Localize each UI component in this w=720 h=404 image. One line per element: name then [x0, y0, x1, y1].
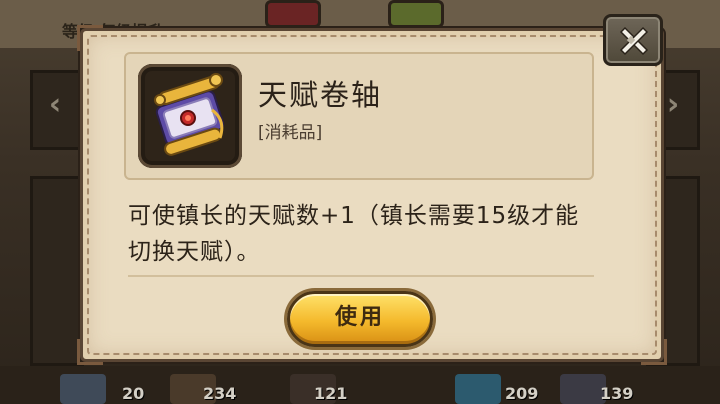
dialog-corner-ornament	[77, 25, 103, 51]
close-x-icon	[619, 26, 649, 56]
inventory-count: 234	[203, 384, 237, 403]
inventory-slot[interactable]	[455, 374, 501, 404]
inventory-count: 20	[122, 384, 145, 403]
inventory-slot[interactable]	[60, 374, 106, 404]
inventory-count: 209	[505, 384, 539, 403]
item-type-label: [消耗品]	[258, 123, 323, 143]
dialog-corner-ornament	[77, 339, 103, 365]
use-button[interactable]: 使用	[287, 291, 433, 347]
left-arrow-icon[interactable]: ‹	[40, 86, 70, 124]
inventory-count: 121	[314, 384, 348, 403]
close-button[interactable]	[603, 14, 663, 66]
inventory-count: 139	[600, 384, 634, 403]
dialog-divider	[128, 275, 594, 277]
dialog-corner-ornament	[641, 339, 667, 365]
scroll-icon	[154, 73, 225, 156]
background-slot-green	[388, 0, 444, 28]
background-left-column	[30, 176, 84, 366]
item-description: 可使镇长的天赋数+1（镇长需要15级才能切换天赋）。	[128, 203, 580, 265]
item-icon-frame	[138, 64, 242, 168]
background-slot-red	[265, 0, 321, 28]
use-button-label: 使用	[334, 305, 385, 330]
item-name: 天赋卷轴	[258, 78, 383, 112]
